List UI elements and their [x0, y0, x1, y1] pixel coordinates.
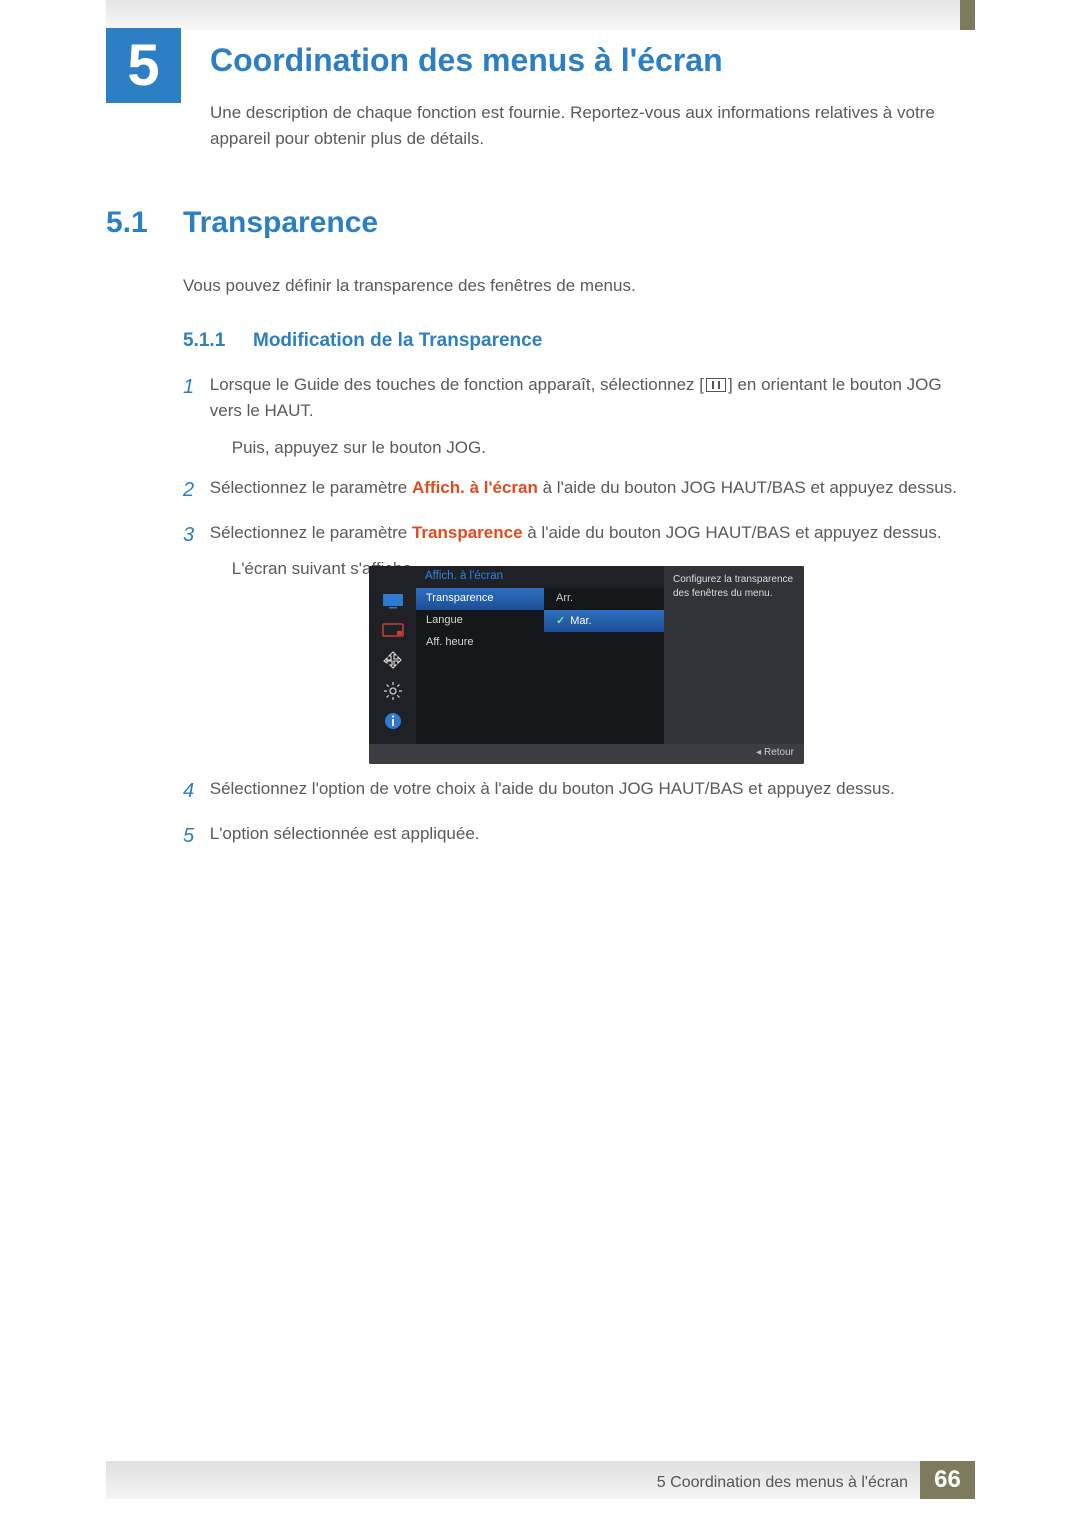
step-number: 5 — [183, 821, 205, 852]
step-3-red: Transparence — [412, 523, 523, 542]
osd-sidebar — [369, 566, 416, 744]
section-intro: Vous pouvez définir la transparence des … — [183, 276, 953, 296]
step-number: 3 — [183, 520, 205, 551]
step-3-text-a: Sélectionnez le paramètre — [210, 523, 412, 542]
osd-screenshot: Affich. à l'écran Transparence Langue Af… — [369, 566, 804, 764]
step-5: 5 L'option sélectionnée est appliquée. — [183, 821, 973, 852]
manual-page: 5 Coordination des menus à l'écran Une d… — [0, 0, 1080, 1527]
section-title: Transparence — [183, 206, 378, 240]
chapter-title: Coordination des menus à l'écran — [210, 42, 723, 79]
step-number: 4 — [183, 776, 205, 807]
osd-option-mar[interactable]: Mar. — [544, 610, 664, 632]
step-1-subtext: Puis, appuyez sur le bouton JOG. — [232, 435, 965, 461]
picture-icon — [382, 592, 404, 610]
osd-menu-transparence[interactable]: Transparence — [416, 588, 544, 610]
step-1: 1 Lorsque le Guide des touches de foncti… — [183, 372, 973, 461]
chapter-description: Une description de chaque fonction est f… — [210, 100, 950, 151]
osd-menu-aff-heure[interactable]: Aff. heure — [416, 632, 544, 654]
menu-icon — [706, 378, 726, 392]
osd-options-list: Arr. Mar. — [544, 588, 664, 632]
step-3-text-b: à l'aide du bouton JOG HAUT/BAS et appuy… — [523, 523, 942, 542]
step-2: 2 Sélectionnez le paramètre Affich. à l'… — [183, 475, 973, 506]
display-icon — [382, 622, 404, 640]
step-5-text: L'option sélectionnée est appliquée. — [210, 821, 965, 847]
footer-chapter-label: 5 Coordination des menus à l'écran — [657, 1464, 920, 1502]
step-4: 4 Sélectionnez l'option de votre choix à… — [183, 776, 973, 807]
osd-option-arr[interactable]: Arr. — [544, 588, 664, 610]
step-number: 1 — [183, 372, 205, 403]
osd-return-label[interactable]: Retour — [369, 744, 804, 764]
chapter-number-badge: 5 — [106, 28, 181, 103]
info-icon — [382, 712, 404, 730]
step-1-text-a: Lorsque le Guide des touches de fonction… — [210, 375, 704, 394]
step-list-top: 1 Lorsque le Guide des touches de foncti… — [183, 372, 973, 597]
footer-page-number: 66 — [920, 1461, 975, 1499]
page-footer: 5 Coordination des menus à l'écran66 — [106, 1461, 975, 1499]
gear-icon — [382, 682, 404, 700]
osd-menu-langue[interactable]: Langue — [416, 610, 544, 632]
subsection-title: Modification de la Transparence — [253, 330, 542, 352]
subsection-number: 5.1.1 — [183, 330, 225, 352]
osd-help-text: Configurez la transparence des fenêtres … — [664, 566, 804, 744]
step-2-text-b: à l'aide du bouton JOG HAUT/BAS et appuy… — [538, 478, 957, 497]
osd-menu-list: Transparence Langue Aff. heure — [416, 588, 544, 654]
step-2-red: Affich. à l'écran — [412, 478, 538, 497]
step-4-text: Sélectionnez l'option de votre choix à l… — [210, 776, 965, 802]
step-list-bottom: 4 Sélectionnez l'option de votre choix à… — [183, 776, 973, 866]
step-2-text-a: Sélectionnez le paramètre — [210, 478, 412, 497]
top-stripe — [106, 0, 975, 30]
section-number: 5.1 — [106, 206, 148, 240]
move-icon — [382, 652, 404, 670]
step-number: 2 — [183, 475, 205, 506]
